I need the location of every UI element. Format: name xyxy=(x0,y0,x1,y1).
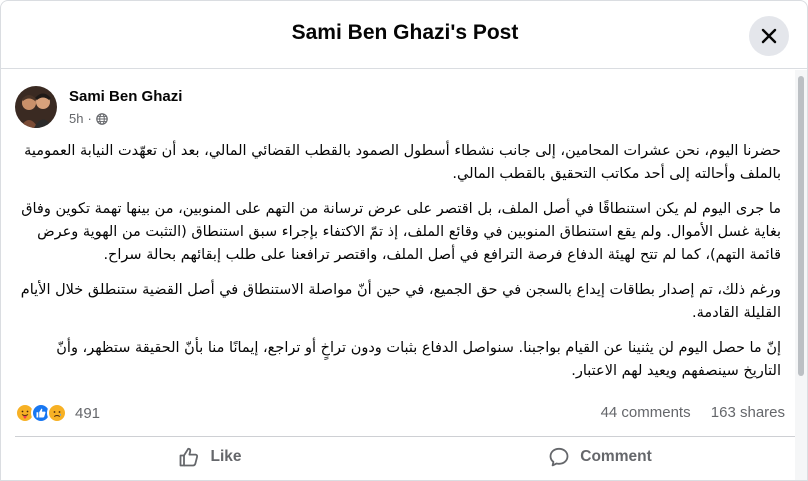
post-time[interactable]: 5h xyxy=(69,111,83,126)
dialog-title: Sami Ben Ghazi's Post xyxy=(291,21,519,44)
comment-icon xyxy=(549,447,569,467)
post-paragraph: ما جرى اليوم لم يكن استنطاقًا في أصل الم… xyxy=(21,201,781,263)
reactions-summary[interactable]: 491 xyxy=(15,401,100,425)
avatar[interactable] xyxy=(15,86,57,128)
post-author-row: Sami Ben Ghazi 5h · xyxy=(15,86,415,130)
reaction-count: 491 xyxy=(75,404,101,422)
close-button[interactable] xyxy=(749,16,789,56)
actions-divider xyxy=(15,436,795,437)
post-stats: 491 44 comments 163 shares xyxy=(15,399,795,429)
sad-reaction-icon xyxy=(47,403,67,423)
meta-separator: · xyxy=(87,111,92,126)
engagement-counts: 44 comments 163 shares xyxy=(601,404,785,421)
author-name[interactable]: Sami Ben Ghazi xyxy=(69,88,182,105)
post-paragraph: حضرنا اليوم، نحن عشرات المحامين، إلى جان… xyxy=(24,143,781,182)
comment-button[interactable]: Comment xyxy=(405,440,795,474)
post-scroll-area: Sami Ben Ghazi 5h · حضرنا اليوم، نحن عشر… xyxy=(1,70,797,480)
comments-count[interactable]: 44 comments xyxy=(601,404,691,421)
scrollbar[interactable] xyxy=(795,70,807,480)
close-icon xyxy=(761,28,777,44)
comment-label: Comment xyxy=(580,448,652,465)
like-button[interactable]: Like xyxy=(15,440,405,474)
globe-icon[interactable] xyxy=(96,112,108,125)
post-dialog: Sami Ben Ghazi's Post Sami Ben Ghazi 5h … xyxy=(0,0,808,481)
post-actions: Like Comment xyxy=(15,440,795,474)
dialog-header: Sami Ben Ghazi's Post xyxy=(1,1,807,69)
post-paragraph: ورغم ذلك، تم إصدار بطاقات إيداع بالسجن ف… xyxy=(20,282,781,321)
like-label: Like xyxy=(210,448,242,465)
shares-count[interactable]: 163 shares xyxy=(711,404,785,421)
scrollbar-thumb[interactable] xyxy=(798,76,804,376)
post-meta: 5h · xyxy=(69,111,108,126)
post-text: حضرنا اليوم، نحن عشرات المحامين، إلى جان… xyxy=(17,140,781,395)
thumbs-up-icon xyxy=(180,447,199,467)
post-paragraph: إنّ ما حصل اليوم لن يثنينا عن القيام بوا… xyxy=(56,340,781,379)
